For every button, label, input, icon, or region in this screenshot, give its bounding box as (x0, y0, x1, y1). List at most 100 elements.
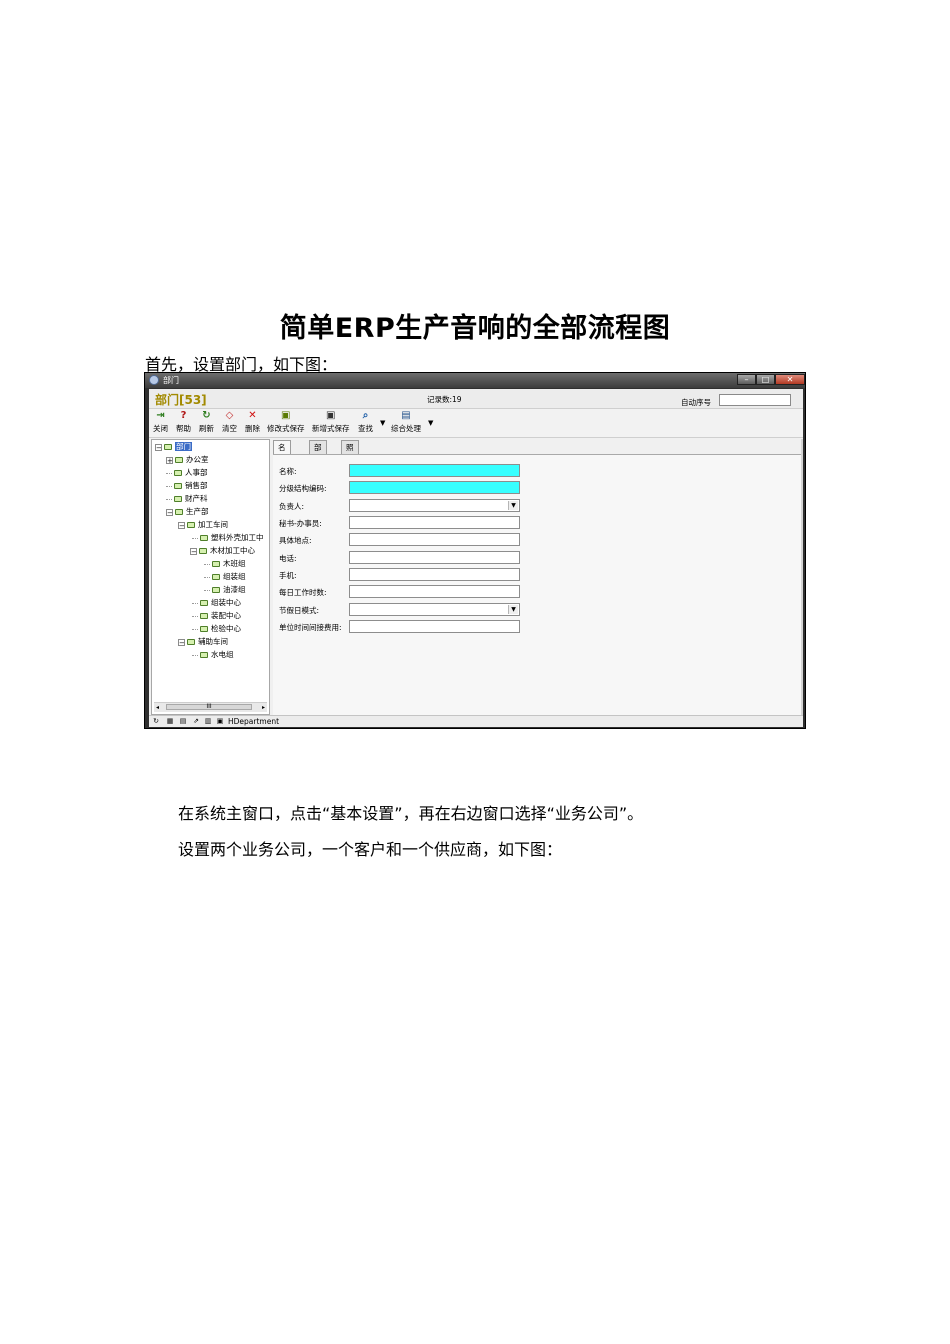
tree-node[interactable]: 组装组 (204, 572, 246, 582)
grid-icon[interactable]: ▤ (179, 717, 187, 725)
secretary-input[interactable] (349, 516, 520, 529)
combined-dropdown-arrow[interactable]: ▼ (428, 419, 433, 427)
holiday-select[interactable]: ▼ (349, 603, 520, 616)
form-row-location: 具体地点: (279, 535, 312, 546)
name-input[interactable] (349, 464, 520, 477)
refresh-icon[interactable]: ↻ (152, 717, 160, 725)
close-button[interactable]: ⇥ 关闭 (153, 410, 168, 434)
delete-x-icon: ✕ (248, 410, 257, 421)
tree-node[interactable]: 水电组 (192, 650, 234, 660)
tree-node[interactable]: − 辅助车间 (178, 637, 228, 647)
auto-seq-label: 自动序号 (681, 398, 711, 407)
clear-button[interactable]: ◇ 清空 (222, 410, 237, 434)
collapse-icon[interactable]: − (178, 638, 185, 646)
code-input[interactable] (349, 481, 520, 494)
field-label: 每日工作时数: (279, 588, 327, 597)
form-row-mobile: 手机: (279, 570, 297, 581)
folder-icon (164, 444, 172, 450)
modify-save-button[interactable]: ▣ 修改式保存 (267, 410, 305, 434)
tree-node[interactable]: 检验中心 (192, 624, 241, 634)
tree-node[interactable]: 销售部 (166, 481, 208, 491)
tools-icon: ▤ (401, 410, 411, 421)
folder-icon (175, 457, 183, 463)
folder-icon (200, 600, 208, 606)
save-disk-icon: ▣ (326, 410, 336, 421)
help-book-icon: ? (180, 410, 187, 421)
collapse-icon[interactable]: − (166, 508, 173, 516)
delete-button[interactable]: ✕ 删除 (245, 410, 260, 434)
collapse-icon[interactable]: − (190, 547, 197, 555)
refresh-icon: ↻ (202, 410, 211, 421)
indirect-cost-input[interactable] (349, 620, 520, 633)
status-table-name: HDepartment (228, 717, 280, 726)
window-title: 部门 (163, 376, 179, 385)
form-row-holiday: 节假日模式: (279, 605, 319, 616)
combined-button[interactable]: ▤ 综合处理 (391, 410, 421, 434)
tree-node[interactable]: 组装中心 (192, 598, 241, 608)
form-row-indirect-cost: 单位时间间接费用: (279, 622, 342, 633)
close-window-button[interactable]: ✕ (775, 374, 805, 385)
tab-name[interactable]: 名称 (273, 440, 291, 465)
tree-horizontal-scrollbar[interactable]: ◂ III ▸ (154, 702, 267, 712)
module-title: 部门[53] (155, 393, 207, 407)
folder-icon (200, 535, 208, 541)
tree-node[interactable]: 人事部 (166, 468, 208, 478)
chevron-down-icon[interactable]: ▼ (508, 501, 518, 510)
export-icon[interactable]: ⇗ (192, 717, 200, 725)
tree-node[interactable]: − 生产部 (166, 507, 209, 517)
expand-icon[interactable]: + (166, 456, 173, 464)
magnifier-icon: ⌕ (362, 410, 369, 421)
app-icon (149, 375, 159, 385)
form-row-code: 分级结构编码: (279, 483, 327, 494)
scroll-right-arrow[interactable]: ▸ (262, 703, 265, 712)
form-row-phone: 电话: (279, 553, 297, 564)
minimize-button[interactable]: – (737, 374, 756, 385)
tree-node[interactable]: 木班组 (204, 559, 246, 569)
tab-photo[interactable]: 照片 (341, 440, 359, 465)
collapse-icon[interactable]: − (178, 521, 185, 529)
tree-node[interactable]: 塑料外壳加工中 (192, 533, 264, 543)
collapse-icon[interactable]: − (155, 443, 162, 451)
field-label: 名称: (279, 467, 297, 476)
field-label: 手机: (279, 571, 297, 580)
vertical-scrollbar[interactable] (801, 439, 803, 715)
department-form: 名称: 分级结构编码: 负责人: ▼ 秘书-办事员: 具体地点: 电话: 手机:… (273, 454, 803, 715)
mobile-input[interactable] (349, 568, 520, 581)
folder-icon (200, 652, 208, 658)
find-dropdown-arrow[interactable]: ▼ (380, 419, 385, 427)
field-label: 节假日模式: (279, 606, 320, 615)
help-button[interactable]: ? 帮助 (176, 410, 191, 434)
auto-seq-input[interactable] (719, 394, 791, 406)
phone-input[interactable] (349, 551, 520, 564)
field-label: 负责人: (279, 502, 305, 511)
scroll-thumb[interactable]: III (166, 704, 252, 710)
add-save-button[interactable]: ▣ 新增式保存 (312, 410, 350, 434)
refresh-button[interactable]: ↻ 刷新 (199, 410, 214, 434)
manager-select[interactable]: ▼ (349, 499, 520, 512)
find-button[interactable]: ⌕ 查找 (358, 410, 373, 434)
tab-department-type[interactable]: 部门类 (309, 440, 327, 478)
tree-node[interactable]: 油漆组 (204, 585, 246, 595)
window-titlebar: 部门 – □ ✕ (145, 373, 805, 388)
table-icon[interactable]: ▣ (216, 717, 224, 725)
tree-node[interactable]: − 加工车间 (178, 520, 228, 530)
tree-node-root[interactable]: − 部门 (155, 442, 192, 452)
maximize-button[interactable]: □ (756, 374, 775, 385)
tree-node[interactable]: + 办公室 (166, 455, 209, 465)
print-icon[interactable]: ▦ (166, 717, 174, 725)
department-window-screenshot: 部门 – □ ✕ 部门[53] 记录数:19 自动序号 ⇥ 关闭 ? 帮助 ↻ … (144, 372, 806, 729)
field-label: 分级结构编码: (279, 484, 327, 493)
chart-icon[interactable]: ▥ (204, 717, 212, 725)
folder-icon (200, 626, 208, 632)
scroll-left-arrow[interactable]: ◂ (156, 703, 159, 712)
tree-node[interactable]: 装配中心 (192, 611, 241, 621)
department-tree: − 部门 + 办公室 人事部 销售部 财产科 − 生产部 − 加工车间 塑料外壳加工中 (151, 439, 270, 715)
folder-icon (175, 509, 183, 515)
tree-node[interactable]: 财产科 (166, 494, 208, 504)
folder-icon (212, 574, 220, 580)
hours-input[interactable] (349, 585, 520, 598)
chevron-down-icon[interactable]: ▼ (508, 605, 518, 614)
location-input[interactable] (349, 533, 520, 546)
tree-node[interactable]: − 木材加工中心 (190, 546, 255, 556)
field-label: 单位时间间接费用: (279, 623, 342, 632)
